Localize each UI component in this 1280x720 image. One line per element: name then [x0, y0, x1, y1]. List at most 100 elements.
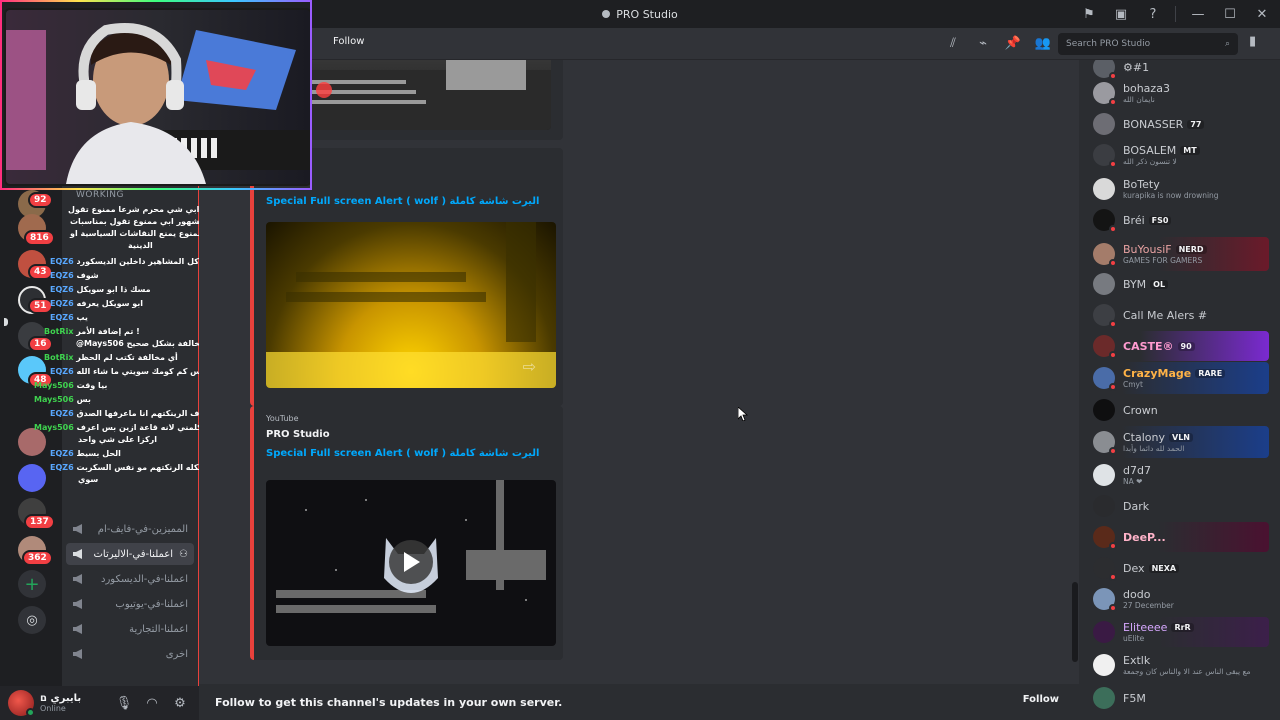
headphones-icon[interactable]: ◠	[141, 696, 163, 711]
member-item[interactable]: CASTE® 90	[1085, 331, 1269, 361]
member-item[interactable]: BuYousiF NERD GAMES FOR GAMERS	[1085, 237, 1269, 271]
member-item[interactable]: BONASSER 77	[1085, 109, 1269, 139]
avatar[interactable]	[8, 690, 35, 717]
embed-title-link[interactable]: Special Full screen Alert ( wolf ) اليرت…	[266, 196, 551, 207]
channel-name: المميزين-في-فايف-ام	[97, 523, 188, 535]
dnd-status-icon	[1109, 160, 1117, 168]
user-names[interactable]: بايبري ם Online	[40, 693, 107, 713]
channel-item[interactable]: اعملنا-في-يوتيوب	[66, 593, 194, 615]
pin-icon[interactable]: 📌	[1004, 34, 1022, 52]
channel-name: اعملنا-في-الاليرتات	[93, 548, 174, 560]
member-name: DeeP...	[1123, 530, 1166, 544]
member-name: BYM	[1123, 277, 1147, 291]
server-icon-7[interactable]	[18, 428, 46, 456]
settings-gear-icon[interactable]: ⚙	[169, 696, 191, 711]
follow-button[interactable]: Follow	[333, 36, 364, 47]
megaphone-icon	[73, 524, 82, 534]
member-item[interactable]: Eliteeee RrR uElite	[1085, 617, 1269, 647]
member-item[interactable]: F5M	[1085, 683, 1269, 713]
member-name: Dex	[1123, 561, 1145, 575]
inbox-bookmark-icon[interactable]: ▮	[1249, 34, 1256, 49]
avatar	[1093, 431, 1117, 455]
member-item[interactable]: d7d7 NA ❤	[1085, 460, 1269, 490]
member-name: dodo	[1123, 588, 1151, 601]
server-icon	[602, 10, 611, 18]
avatar	[1093, 526, 1117, 550]
channel-name: اعملنا-التجارية	[129, 623, 188, 635]
channel-item[interactable]: اعملنا-في-الديسكورد	[66, 568, 194, 590]
dnd-status-icon	[1109, 351, 1117, 359]
member-item[interactable]: BYM OL	[1085, 269, 1269, 299]
threads-icon[interactable]: ⫽	[944, 34, 962, 52]
category-label[interactable]: WORKING	[76, 190, 124, 200]
maximize-icon[interactable]: ☐	[1220, 4, 1240, 24]
close-icon[interactable]: ✕	[1252, 4, 1272, 24]
member-item[interactable]: Bréi FS0	[1085, 205, 1269, 235]
inbox-icon[interactable]: ⚑	[1079, 4, 1099, 24]
member-name: Bréi	[1123, 213, 1145, 227]
status-indicator	[26, 708, 35, 717]
member-item[interactable]: Dex NEXA	[1085, 553, 1269, 583]
dnd-status-icon	[1109, 320, 1117, 328]
member-item[interactable]: Extlk مع يبقى الناس عند الا والناس كان وج…	[1085, 650, 1269, 680]
avatar	[1093, 178, 1115, 200]
member-tag: MT	[1180, 146, 1200, 155]
embed-author[interactable]: PRO Studio	[266, 429, 551, 440]
channel-item[interactable]: المميزين-في-فايف-ام	[66, 518, 194, 540]
channel-item[interactable]: اعملنا-التجارية	[66, 618, 194, 640]
member-item[interactable]: Dark	[1085, 491, 1269, 521]
user-panel: بايبري ם Online 🎙 ◠ ⚙	[0, 686, 199, 720]
member-item[interactable]: dodo 27 December	[1085, 584, 1269, 614]
video-thumbnail[interactable]: ⇨	[266, 222, 556, 388]
embed-provider: YouTube	[266, 414, 299, 423]
member-item[interactable]: DeeP...	[1085, 522, 1269, 552]
member-item[interactable]: BOSALEM MT لا تنسون ذكر الله	[1085, 140, 1269, 170]
minimize-icon[interactable]: —	[1188, 4, 1208, 24]
search-icon: ⌕	[1224, 39, 1230, 49]
member-activity: uElite	[1123, 634, 1145, 643]
discover-icon[interactable]: ◎	[18, 606, 46, 634]
member-item[interactable]: Ctalony VLN الحمد لله دائما وأبدا	[1085, 426, 1269, 458]
channel-name: اعملنا-في-الديسكورد	[101, 573, 188, 585]
mention-badge: 92	[28, 192, 53, 208]
member-item[interactable]: CrazyMage RARE Cmyt	[1085, 362, 1269, 394]
member-item[interactable]: Call Me Alers #	[1085, 300, 1269, 330]
help-icon[interactable]: ?	[1143, 4, 1163, 24]
add-server-icon[interactable]: +	[18, 570, 46, 598]
microphone-icon[interactable]: 🎙	[113, 696, 135, 711]
channel-item[interactable]: اخرى	[66, 643, 194, 665]
avatar	[1093, 588, 1117, 612]
updates-icon[interactable]: ▣	[1111, 4, 1131, 24]
member-name: CASTE®	[1123, 339, 1174, 353]
channel-item-active[interactable]: اعملنا-في-الاليرتات ⚇	[66, 543, 194, 565]
follow-button[interactable]: Follow	[1023, 694, 1059, 705]
avatar	[1093, 273, 1115, 295]
mention-badge: 43	[28, 264, 53, 280]
dnd-status-icon	[1109, 573, 1117, 581]
scrollbar-thumb[interactable]	[1072, 582, 1078, 662]
video-thumbnail[interactable]	[266, 480, 556, 646]
follow-banner-text: Follow to get this channel's updates in …	[215, 695, 563, 709]
member-item[interactable]: Crown	[1085, 395, 1269, 425]
megaphone-icon	[73, 624, 82, 634]
embed-title-link[interactable]: Special Full screen Alert ( wolf ) اليرت…	[266, 448, 551, 459]
unread-pill	[4, 318, 8, 326]
webcam-overlay	[6, 10, 310, 184]
member-activity: GAMES FOR GAMERS	[1123, 256, 1203, 265]
member-list-icon[interactable]: 👥	[1034, 34, 1052, 52]
mouse-cursor-icon	[738, 407, 748, 421]
follow-banner: Follow to get this channel's updates in …	[199, 684, 1079, 720]
mute-icon[interactable]: ⌁	[974, 34, 992, 52]
member-item[interactable]: BoTety kurapika is now drowning	[1085, 174, 1269, 204]
discord-window: PRO Studio ⚑ ▣ ? — ☐ ✕ 92 816 43 51 16 4…	[0, 0, 1280, 720]
avatar	[1093, 243, 1117, 267]
member-name: d7d7	[1123, 464, 1151, 477]
member-tag: 77	[1187, 119, 1205, 129]
search-placeholder: Search PRO Studio	[1066, 39, 1151, 49]
add-member-icon[interactable]: ⚇	[179, 549, 188, 560]
mention-badge: 16	[28, 336, 53, 352]
member-item[interactable]: bohaza3 نايمان الله	[1085, 78, 1269, 108]
search-input[interactable]: Search PRO Studio ⌕	[1058, 33, 1238, 55]
member-tag: NERD	[1175, 245, 1207, 254]
server-icon-8[interactable]	[18, 464, 46, 492]
